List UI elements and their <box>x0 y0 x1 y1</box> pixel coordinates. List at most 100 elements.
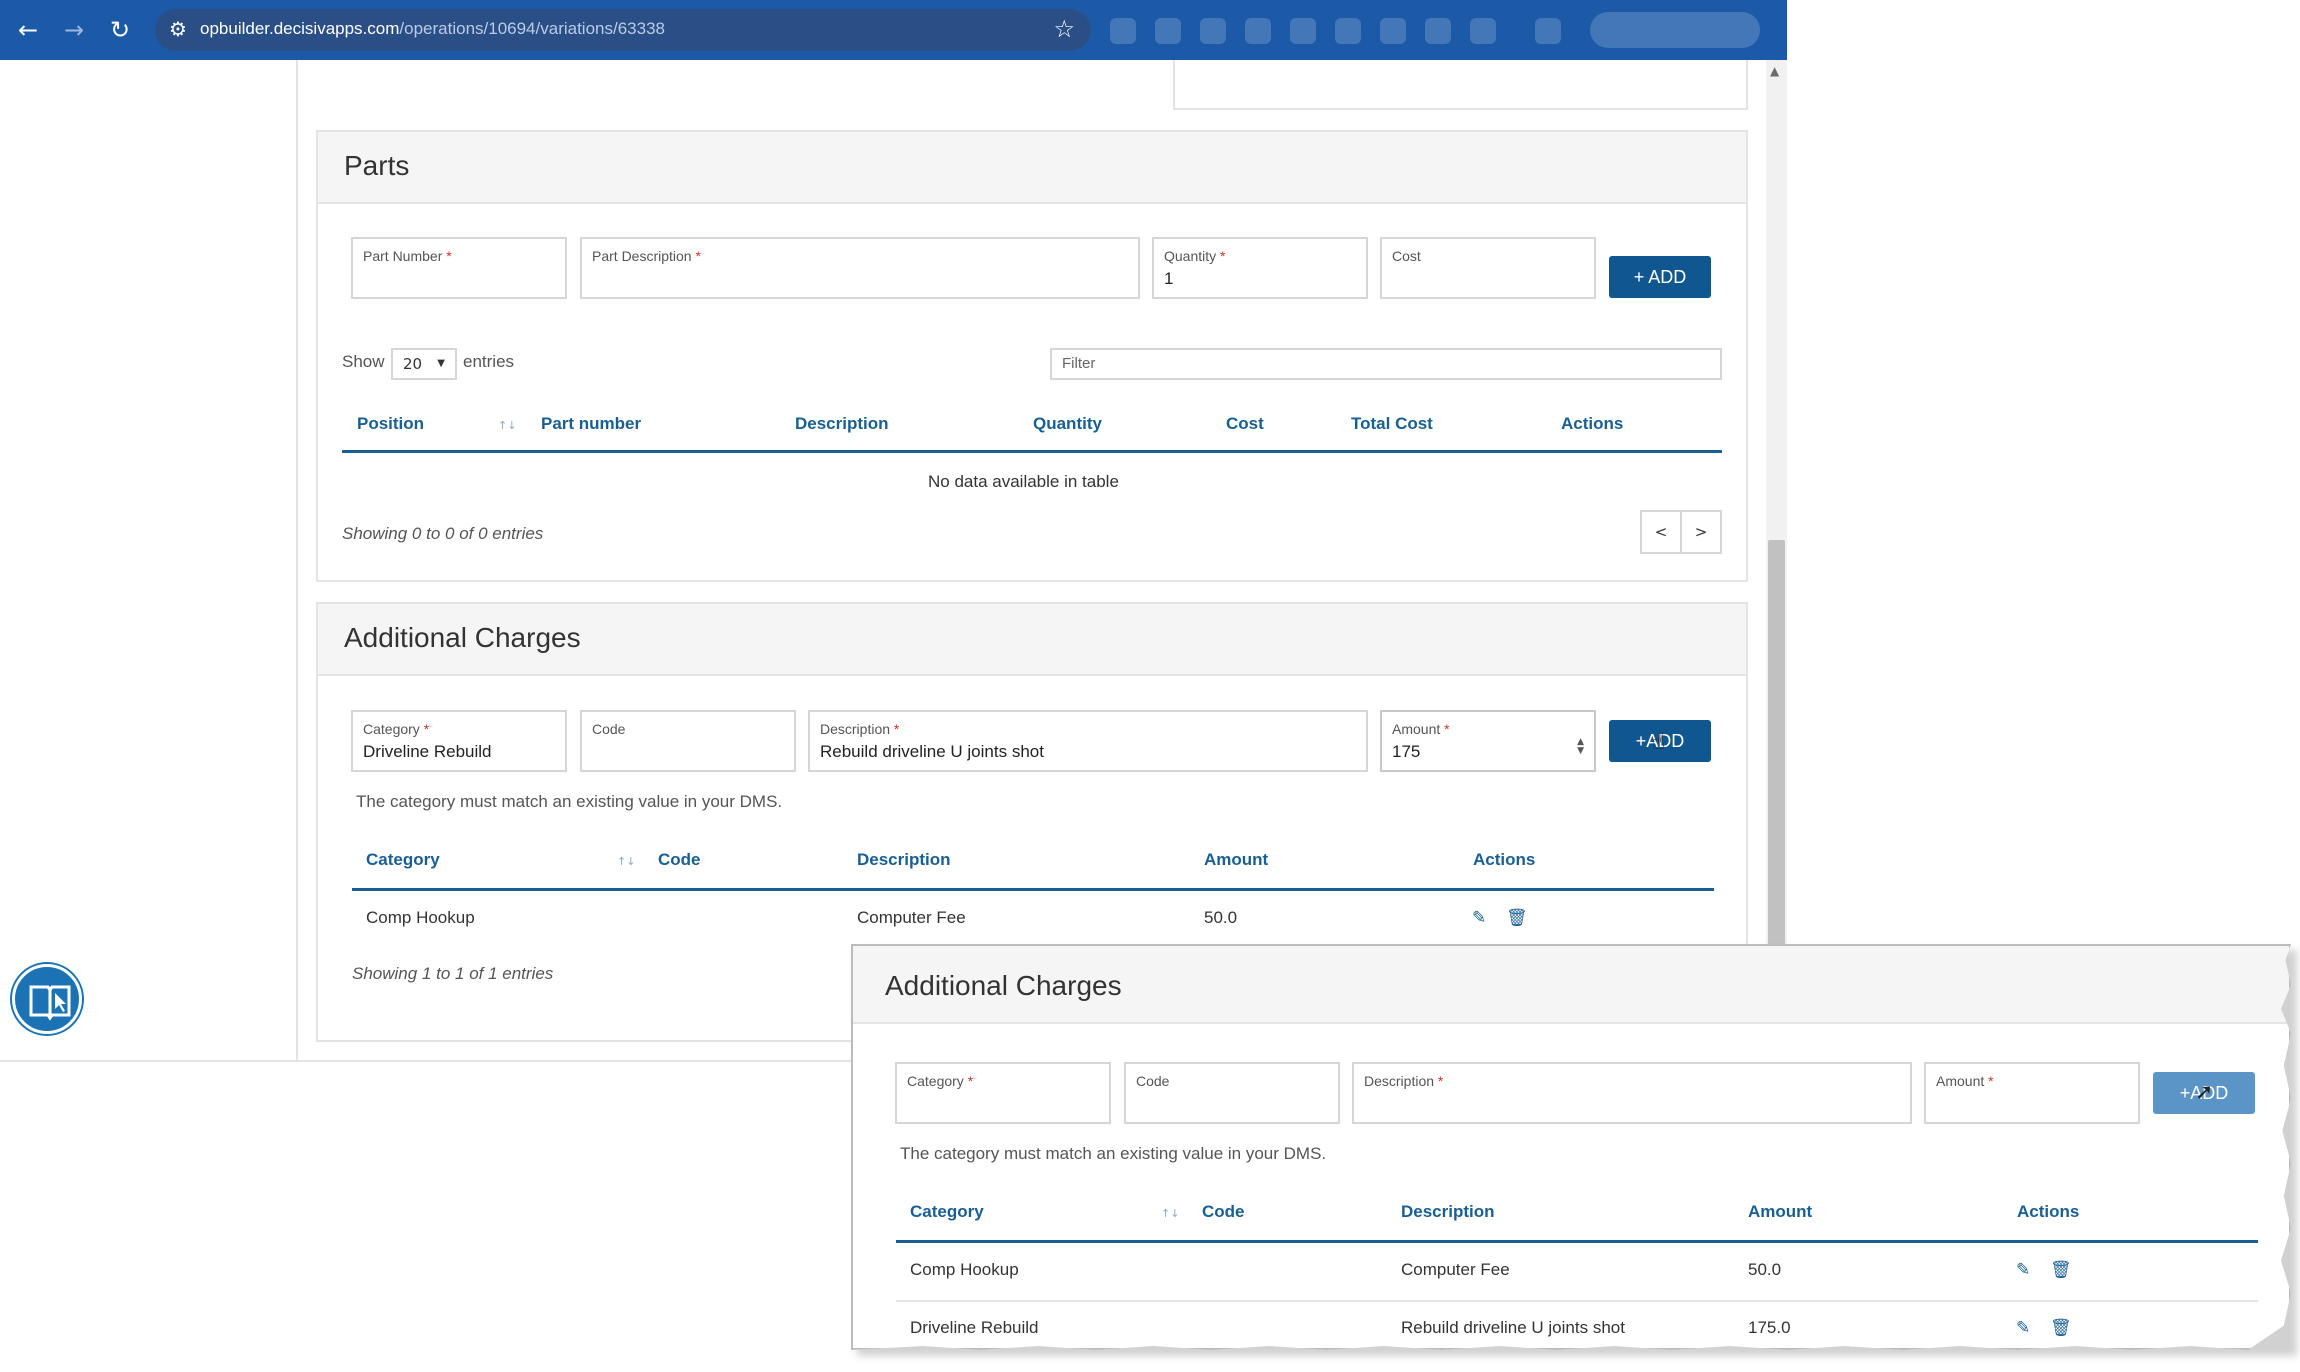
address-bar[interactable]: ⚙ opbuilder.decisivapps.com/operations/1… <box>155 9 1091 51</box>
row-amount: 50.0 <box>1204 908 1238 927</box>
zoom-col-description[interactable]: Description <box>1401 1202 1495 1222</box>
extension-icon[interactable] <box>1470 18 1496 44</box>
zoom-col-amount[interactable]: Amount <box>1748 1202 1812 1222</box>
entries-label: entries <box>463 352 515 371</box>
zoom-description-label-text: Description <box>1364 1073 1435 1089</box>
trash-icon[interactable]: 🗑 <box>1506 908 1528 928</box>
col-category[interactable]: Category <box>366 850 440 870</box>
col-total-cost[interactable]: Total Cost <box>1351 414 1433 434</box>
col-description[interactable]: Description <box>795 414 889 434</box>
scrollbar-thumb[interactable] <box>1768 540 1785 945</box>
filter-input[interactable]: Filter <box>1050 348 1722 380</box>
required-mark: * <box>695 248 701 264</box>
extension-icon[interactable] <box>1535 18 1561 44</box>
url-path: /operations/10694/variations/63338 <box>399 19 665 38</box>
extension-icon[interactable] <box>1200 18 1226 44</box>
parts-panel-header: Parts <box>318 132 1746 204</box>
quantity-label: Quantity * <box>1164 248 1225 264</box>
zoom-category-field[interactable]: Category * <box>895 1062 1111 1124</box>
col-position[interactable]: Position <box>357 414 424 434</box>
cost-label: Cost <box>1392 248 1421 264</box>
zoom-amount-label: Amount * <box>1936 1073 1994 1089</box>
amount-field[interactable]: Amount * 175 ▲ ▼ <box>1380 710 1596 772</box>
zoom-category-label: Category * <box>907 1073 973 1089</box>
star-icon[interactable]: ☆ <box>1053 15 1075 43</box>
category-field[interactable]: Category * Driveline Rebuild <box>351 710 567 772</box>
cost-field[interactable]: Cost <box>1380 237 1596 299</box>
zoom-col-category[interactable]: Category <box>910 1202 984 1222</box>
zoom-charges-title: Additional Charges <box>885 970 1122 1001</box>
extension-icon[interactable] <box>1155 18 1181 44</box>
zoom-amount-field[interactable]: Amount * <box>1924 1062 2140 1124</box>
col-description[interactable]: Description <box>857 850 951 870</box>
col-part-number[interactable]: Part number <box>541 414 641 434</box>
pencil-icon[interactable]: ✎ <box>2016 1260 2030 1280</box>
extension-icon[interactable] <box>1425 18 1451 44</box>
add-part-button[interactable]: + ADD <box>1609 256 1711 298</box>
zoom-row-1-description: Computer Fee <box>1401 1260 1510 1279</box>
code-label: Code <box>592 721 626 737</box>
zoom-category-label-text: Category <box>907 1073 964 1089</box>
number-spinner-icon[interactable]: ▲ ▼ <box>1577 738 1584 756</box>
col-cost[interactable]: Cost <box>1226 414 1264 434</box>
col-code[interactable]: Code <box>658 850 701 870</box>
part-description-field[interactable]: Part Description * <box>580 237 1140 299</box>
table-header-rule <box>342 450 1722 453</box>
entries-select[interactable]: 20 ▼ <box>391 348 457 380</box>
pencil-icon[interactable]: ✎ <box>2016 1318 2030 1338</box>
sort-icon[interactable]: ↑↓ <box>498 419 516 432</box>
extension-icon[interactable] <box>1245 18 1271 44</box>
next-page-button[interactable]: > <box>1680 510 1722 554</box>
description-label-text: Description <box>820 721 891 737</box>
trash-icon[interactable]: 🗑 <box>2050 1260 2072 1280</box>
table-header-rule <box>352 888 1714 891</box>
prev-page-button[interactable]: < <box>1640 510 1682 554</box>
zoom-category-hint: The category must match an existing valu… <box>900 1144 1327 1163</box>
zoom-col-code[interactable]: Code <box>1202 1202 1245 1222</box>
code-field[interactable]: Code <box>580 710 796 772</box>
zoom-description-field[interactable]: Description * <box>1352 1062 1912 1124</box>
pencil-icon[interactable]: ✎ <box>1472 908 1486 928</box>
extension-icon[interactable] <box>1290 18 1316 44</box>
table-header-rule <box>896 1240 2258 1243</box>
help-book-button[interactable] <box>12 964 82 1034</box>
content-bottom-border <box>0 1060 880 1062</box>
book-cursor-icon <box>29 985 71 1021</box>
part-description-label-text: Part Description <box>592 248 692 264</box>
row-category: Comp Hookup <box>366 908 475 927</box>
zoom-row-2-category: Driveline Rebuild <box>910 1318 1039 1337</box>
browser-toolbar: ← → ↻ ⚙ opbuilder.decisivapps.com/operat… <box>0 0 1787 60</box>
back-arrow-icon[interactable]: ← <box>12 14 44 46</box>
zoom-row-2-description: Rebuild driveline U joints shot <box>1401 1318 1625 1337</box>
part-number-field[interactable]: Part Number * <box>351 237 567 299</box>
zoom-description-label: Description * <box>1364 1073 1443 1089</box>
extension-icon[interactable] <box>1335 18 1361 44</box>
quantity-field[interactable]: Quantity * 1 <box>1152 237 1368 299</box>
col-quantity[interactable]: Quantity <box>1033 414 1102 434</box>
description-label: Description * <box>820 721 899 737</box>
required-mark: * <box>1220 248 1226 264</box>
sort-icon[interactable]: ↑↓ <box>617 855 635 868</box>
zoom-code-field[interactable]: Code <box>1124 1062 1340 1124</box>
required-mark: * <box>446 248 452 264</box>
trash-icon[interactable]: 🗑 <box>2050 1318 2072 1338</box>
site-settings-icon[interactable]: ⚙ <box>169 17 187 41</box>
zoom-inset: Additional Charges Category * Code Descr… <box>851 944 2291 1350</box>
description-field[interactable]: Description * Rebuild driveline U joints… <box>808 710 1368 772</box>
empty-table-message: No data available in table <box>928 472 1119 491</box>
row-description: Computer Fee <box>857 908 966 927</box>
extension-icon[interactable] <box>1380 18 1406 44</box>
required-mark: * <box>1444 721 1450 737</box>
extension-icon[interactable] <box>1110 18 1136 44</box>
zoom-code-label: Code <box>1136 1073 1170 1089</box>
amount-value: 175 <box>1392 742 1421 761</box>
zoom-row-1-category: Comp Hookup <box>910 1260 1019 1279</box>
col-actions: Actions <box>1473 850 1536 869</box>
scroll-up-arrow-icon[interactable]: ▲ <box>1770 64 1779 78</box>
col-amount[interactable]: Amount <box>1204 850 1268 870</box>
profile-button[interactable] <box>1590 12 1760 48</box>
part-number-label-text: Part Number <box>363 248 443 264</box>
forward-arrow-icon[interactable]: → <box>58 14 90 46</box>
sort-icon[interactable]: ↑↓ <box>1161 1207 1179 1220</box>
reload-icon[interactable]: ↻ <box>104 14 136 46</box>
